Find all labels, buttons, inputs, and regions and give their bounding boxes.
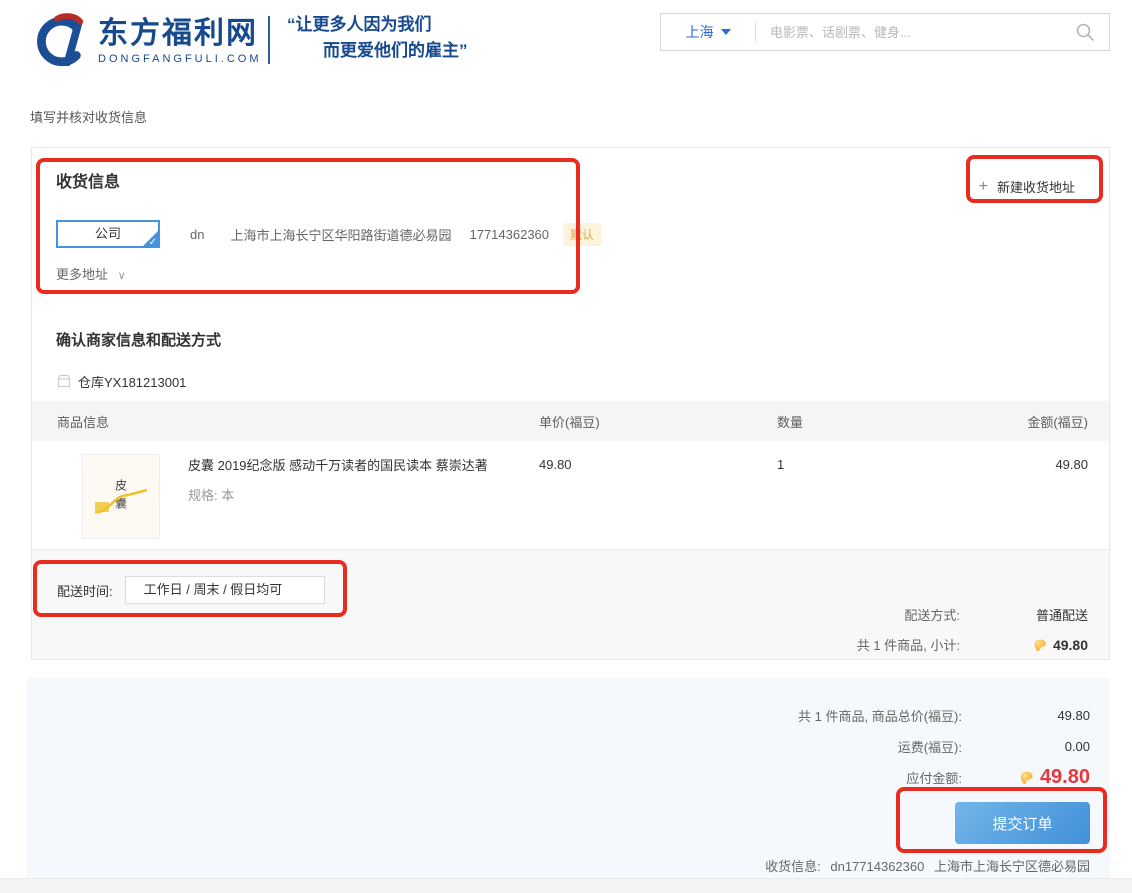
- total-label: 共 1 件商品, 商品总价(福豆):: [798, 706, 962, 725]
- product-amount: 49.80: [947, 454, 1109, 549]
- total-value: 49.80: [962, 708, 1090, 723]
- default-badge: 默认: [563, 223, 601, 246]
- city-selector[interactable]: 上海: [661, 22, 755, 42]
- chevron-down-icon: [721, 29, 731, 35]
- col-header-product: 商品信息: [32, 412, 539, 431]
- subtotal-value-wrap: 49.80: [960, 637, 1088, 653]
- search-icon[interactable]: [1075, 22, 1095, 42]
- chevron-down-icon: ∨: [118, 270, 126, 282]
- delivery-time-label: 配送时间:: [57, 581, 113, 600]
- brand-domain: DONGFANGFULI.COM: [98, 53, 262, 65]
- footer-receiver: dn17714362360: [830, 859, 924, 874]
- search-input[interactable]: [756, 25, 1075, 40]
- subtotal-row: 共 1 件商品, 小计: 49.: [857, 635, 1088, 654]
- book-cover-squiggle: [93, 488, 149, 518]
- bean-icon: [1032, 637, 1048, 653]
- order-summary-panel: 共 1 件商品, 商品总价(福豆): 49.80 运费(福豆): 0.00 应付…: [27, 678, 1110, 878]
- payable-value: 49.80: [1040, 766, 1090, 789]
- delivery-method-label: 配送方式:: [904, 605, 960, 624]
- tagline-line1: “让更多人因为我们: [287, 12, 468, 38]
- receiver-name: dn: [190, 227, 204, 242]
- plus-icon: +: [979, 178, 988, 196]
- payable-row: 应付金额: 49.80: [27, 762, 1090, 793]
- delivery-method-value: 普通配送: [960, 605, 1088, 624]
- freight-row: 运费(福豆): 0.00: [27, 731, 1090, 762]
- shipping-section-title: 收货信息: [56, 172, 1085, 194]
- shipping-section: 收货信息 + 新建收货地址 公司 ✓ dn 上海市上海长宁区华阳路街道德必易园 …: [32, 148, 1109, 284]
- product-quantity: 1: [777, 454, 947, 549]
- brand-text: 东方福利网 DONGFANGFULI.COM: [98, 17, 262, 65]
- more-addresses-label: 更多地址: [56, 267, 108, 282]
- delivery-time-select[interactable]: 工作日 / 周末 / 假日均可: [125, 576, 325, 604]
- bean-icon: [1018, 769, 1035, 786]
- logo-mark-icon: [28, 12, 90, 70]
- product-unit-price: 49.80: [539, 454, 777, 549]
- brand-name: 东方福利网: [98, 17, 262, 51]
- address-tag-label: 公司: [95, 226, 121, 241]
- payable-label: 应付金额:: [906, 768, 962, 787]
- payable-value-wrap: 49.80: [962, 766, 1090, 789]
- header-divider: [268, 16, 270, 64]
- address-detail: 上海市上海长宁区华阳路街道德必易园: [230, 225, 451, 244]
- total-row: 共 1 件商品, 商品总价(福豆): 49.80: [27, 700, 1090, 731]
- col-header-price: 单价(福豆): [539, 412, 777, 431]
- subtotal-label: 共 1 件商品, 小计:: [857, 635, 960, 654]
- address-row: 公司 ✓ dn 上海市上海长宁区华阳路街道德必易园 17714362360 默认: [56, 220, 1085, 248]
- merchant-section-title: 确认商家信息和配送方式: [56, 330, 1109, 351]
- footer-strip: [0, 878, 1132, 893]
- freight-value: 0.00: [962, 739, 1090, 754]
- city-label: 上海: [686, 22, 714, 42]
- col-header-amount: 金额(福豆): [947, 412, 1109, 431]
- new-address-button[interactable]: + 新建收货地址: [965, 168, 1089, 205]
- delivery-block: 配送时间: 工作日 / 周末 / 假日均可 配送方式: 普通配送 共 1 件商品…: [32, 549, 1109, 660]
- more-addresses-link[interactable]: 更多地址 ∨: [56, 266, 1085, 284]
- delivery-method-row: 配送方式: 普通配送: [857, 605, 1088, 624]
- address-tag-button[interactable]: 公司 ✓: [56, 220, 160, 248]
- footer-shipping-label: 收货信息:: [765, 859, 821, 874]
- submit-order-button[interactable]: 提交订单: [955, 802, 1090, 844]
- warehouse-row: 仓库YX181213001: [57, 373, 1109, 389]
- search-bar: 上海: [660, 13, 1110, 51]
- footer-address: 上海市上海长宁区德必易园: [934, 859, 1090, 874]
- brand-tagline: “让更多人因为我们 而更爱他们的雇主”: [287, 12, 468, 64]
- product-cell: 皮囊 皮囊 2019纪念版 感动千万读者的国民读本 蔡崇达著 规格: 本: [32, 454, 539, 549]
- tag-check-icon: ✓: [149, 237, 157, 249]
- submit-row: 提交订单: [27, 802, 1090, 844]
- checkout-panel: 收货信息 + 新建收货地址 公司 ✓ dn 上海市上海长宁区华阳路街道德必易园 …: [31, 147, 1110, 660]
- subtotal-value: 49.80: [1053, 637, 1088, 653]
- site-header: 东方福利网 DONGFANGFULI.COM “让更多人因为我们 而更爱他们的雇…: [0, 0, 1132, 85]
- delivery-summary: 配送方式: 普通配送 共 1 件商品, 小计:: [857, 594, 1088, 654]
- receiver-phone: 17714362360: [469, 227, 549, 242]
- product-title[interactable]: 皮囊 2019纪念版 感动千万读者的国民读本 蔡崇达著: [188, 457, 488, 474]
- product-thumbnail[interactable]: 皮囊: [82, 454, 160, 539]
- product-info: 皮囊 2019纪念版 感动千万读者的国民读本 蔡崇达著 规格: 本: [188, 454, 488, 549]
- order-table-header: 商品信息 单价(福豆) 数量 金额(福豆): [32, 401, 1109, 441]
- col-header-qty: 数量: [777, 412, 947, 431]
- warehouse-icon: [57, 374, 71, 388]
- logo[interactable]: 东方福利网 DONGFANGFULI.COM: [28, 12, 262, 70]
- table-row: 皮囊 皮囊 2019纪念版 感动千万读者的国民读本 蔡崇达著 规格: 本 49.…: [32, 441, 1109, 549]
- warehouse-name: 仓库YX181213001: [78, 372, 186, 391]
- product-spec: 规格: 本: [188, 485, 488, 504]
- page-title: 填写并核对收货信息: [30, 109, 1132, 127]
- summary-footer: 收货信息: dn17714362360 上海市上海长宁区德必易园: [27, 856, 1090, 875]
- new-address-label: 新建收货地址: [997, 177, 1075, 196]
- tagline-line2: 而更爱他们的雇主”: [287, 38, 468, 64]
- freight-label: 运费(福豆):: [898, 737, 962, 756]
